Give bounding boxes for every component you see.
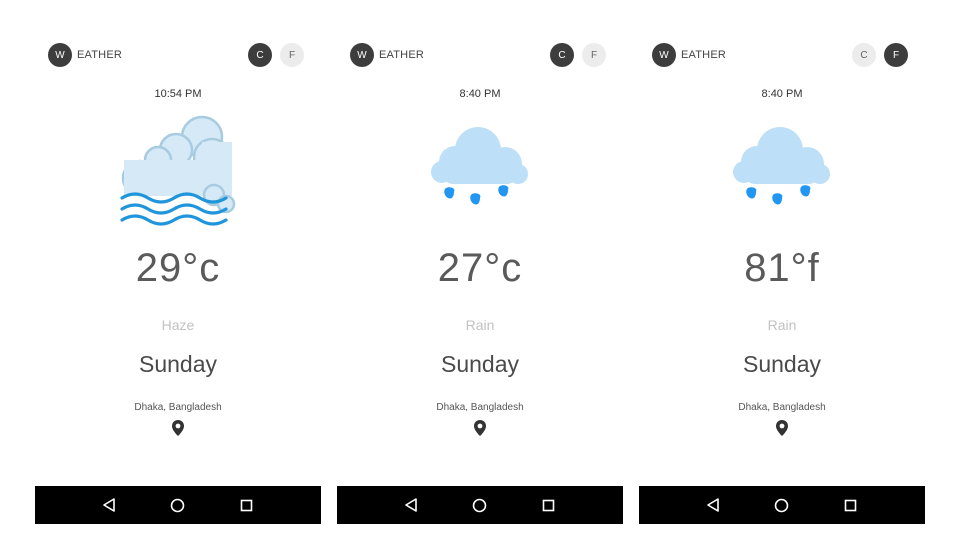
temperature: 29°c xyxy=(135,246,221,290)
back-icon[interactable] xyxy=(704,496,722,514)
fahrenheit-button[interactable]: F xyxy=(884,43,908,67)
app-logo: W EATHER xyxy=(652,43,726,67)
recents-icon[interactable] xyxy=(540,496,558,514)
fahrenheit-button[interactable]: F xyxy=(280,43,304,67)
weather-condition: Rain xyxy=(465,317,495,333)
celsius-button[interactable]: C xyxy=(852,43,876,67)
app-logo: W EATHER xyxy=(48,43,122,67)
celsius-button[interactable]: C xyxy=(248,43,272,67)
location-pin-icon xyxy=(172,420,184,436)
weather-icon-container xyxy=(639,124,925,216)
current-time: 8:40 PM xyxy=(761,88,803,100)
haze-cloud-icon xyxy=(120,115,236,226)
recents-icon[interactable] xyxy=(238,496,256,514)
home-icon[interactable] xyxy=(169,496,187,514)
logo-text: EATHER xyxy=(379,49,425,61)
recents-icon[interactable] xyxy=(842,496,860,514)
day-label: Sunday xyxy=(742,351,821,377)
back-icon[interactable] xyxy=(402,496,420,514)
logo-badge: W xyxy=(48,43,72,67)
home-icon[interactable] xyxy=(471,496,489,514)
location-label: Dhaka, Bangladesh xyxy=(134,402,222,413)
android-nav-bar xyxy=(337,486,623,524)
celsius-button[interactable]: C xyxy=(550,43,574,67)
day-label: Sunday xyxy=(440,351,519,377)
back-icon[interactable] xyxy=(100,496,118,514)
weather-condition: Haze xyxy=(161,317,195,333)
temperature: 27°c xyxy=(437,246,523,290)
weather-condition: Rain xyxy=(767,317,797,333)
logo-badge: W xyxy=(652,43,676,67)
current-time: 8:40 PM xyxy=(459,88,501,100)
app-logo: W EATHER xyxy=(350,43,424,67)
phone-screen-1: W EATHER C F 10:54 PM 29°c Haze Sunday D… xyxy=(35,38,321,524)
temperature: 81°f xyxy=(744,246,820,290)
logo-badge: W xyxy=(350,43,374,67)
phone-screen-3: W EATHER C F 8:40 PM 81°f Rain Sunday Dh… xyxy=(639,38,925,524)
current-time: 10:54 PM xyxy=(154,88,202,100)
location-label: Dhaka, Bangladesh xyxy=(436,402,524,413)
rain-cloud-icon xyxy=(733,127,830,205)
fahrenheit-button[interactable]: F xyxy=(582,43,606,67)
android-nav-bar xyxy=(35,486,321,524)
location-pin-icon xyxy=(776,420,788,436)
phone-screen-2: W EATHER C F 8:40 PM 27°c Rain Sunday Dh… xyxy=(337,38,623,524)
weather-icon-container xyxy=(35,112,321,228)
logo-text: EATHER xyxy=(681,49,727,61)
home-icon[interactable] xyxy=(773,496,791,514)
android-nav-bar xyxy=(639,486,925,524)
day-label: Sunday xyxy=(138,351,217,377)
weather-icon-container xyxy=(337,124,623,216)
location-pin-icon xyxy=(474,420,486,436)
location-label: Dhaka, Bangladesh xyxy=(738,402,826,413)
logo-text: EATHER xyxy=(77,49,123,61)
rain-cloud-icon xyxy=(431,127,528,205)
